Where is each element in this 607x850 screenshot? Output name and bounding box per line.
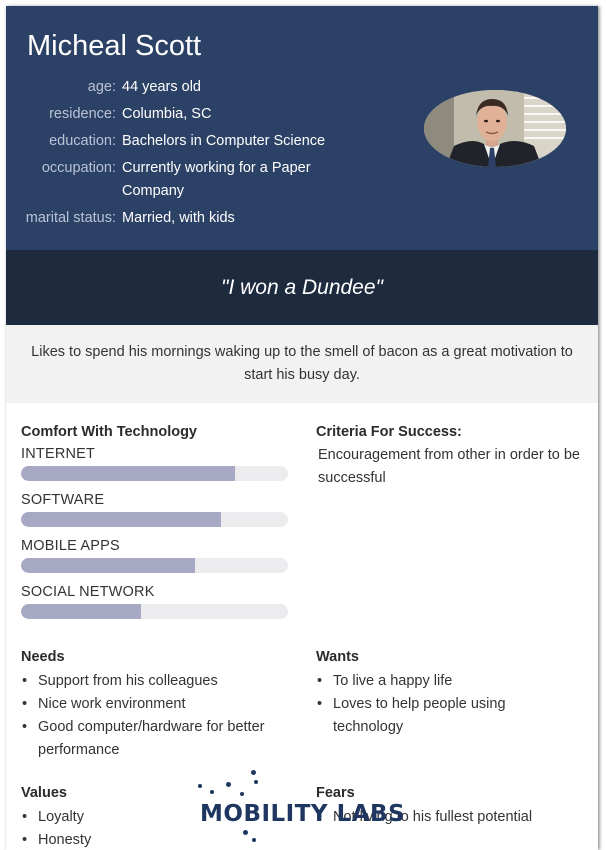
fact-residence: residence: Columbia, SC	[6, 103, 366, 126]
persona-name: Micheal Scott	[27, 30, 202, 62]
comfort-title: Comfort With Technology	[21, 424, 197, 440]
meter-fill	[21, 604, 142, 619]
persona-header: Micheal Scott age: 44 years old residenc…	[6, 6, 598, 250]
meter-fill	[21, 466, 235, 481]
fact-value: 44 years old	[122, 79, 201, 95]
meter-fill	[21, 512, 222, 527]
mobility-labs-logo: MOBILITY LABS	[196, 768, 416, 850]
quote-band: "I won a Dundee"	[6, 250, 598, 325]
fact-value: Bachelors in Computer Science	[122, 133, 326, 149]
meter-label-mobile-apps: MOBILE APPS	[21, 538, 120, 554]
needs-title: Needs	[21, 649, 65, 665]
values-title: Values	[21, 785, 67, 801]
meter-label-software: SOFTWARE	[21, 492, 105, 508]
fact-marital-status: marital status: Married, with kids	[6, 207, 366, 230]
criteria-title: Criteria For Success:	[316, 424, 462, 440]
logo-text: MOBILITY LABS	[200, 801, 406, 827]
meter-software	[21, 512, 288, 527]
meter-label-social-network: SOCIAL NETWORK	[21, 584, 155, 600]
meter-label-internet: INTERNET	[21, 446, 96, 462]
list-item: To live a happy life	[316, 670, 531, 693]
intro-band: Likes to spend his mornings waking up to…	[6, 325, 598, 403]
fact-key: occupation:	[41, 160, 116, 176]
persona-facts: age: 44 years old residence: Columbia, S…	[6, 76, 366, 234]
meter-mobile-apps	[21, 558, 288, 573]
list-item: Good computer/hardware for better perfor…	[21, 716, 301, 762]
wants-title: Wants	[316, 649, 359, 665]
needs-list: Support from his colleagues Nice work en…	[21, 670, 301, 762]
persona-quote: "I won a Dundee"	[220, 275, 383, 299]
criteria-text: Encouragement from other in order to be …	[318, 447, 580, 486]
fact-value: Currently working for a Paper Company	[122, 160, 311, 199]
list-item: Support from his colleagues	[21, 670, 301, 693]
list-item: Nice work environment	[21, 693, 301, 716]
persona-card: Micheal Scott age: 44 years old residenc…	[6, 6, 598, 850]
list-item: Loves to help people using technology	[316, 693, 531, 739]
fact-key: age:	[87, 79, 116, 95]
fact-value: Married, with kids	[122, 210, 235, 226]
fact-key: marital status:	[25, 210, 116, 226]
intro-text: Likes to spend his mornings waking up to…	[31, 344, 573, 383]
fact-value: Columbia, SC	[122, 106, 212, 122]
fact-age: age: 44 years old	[6, 76, 366, 99]
meter-internet	[21, 466, 288, 481]
wants-list: To live a happy life Loves to help peopl…	[316, 670, 531, 739]
meter-social-network	[21, 604, 288, 619]
meter-fill	[21, 558, 195, 573]
persona-photo	[424, 90, 566, 167]
fact-key: education:	[49, 133, 116, 149]
fact-key: residence:	[49, 106, 116, 122]
fact-education: education: Bachelors in Computer Science	[6, 130, 366, 153]
fact-occupation: occupation: Currently working for a Pape…	[6, 157, 366, 203]
